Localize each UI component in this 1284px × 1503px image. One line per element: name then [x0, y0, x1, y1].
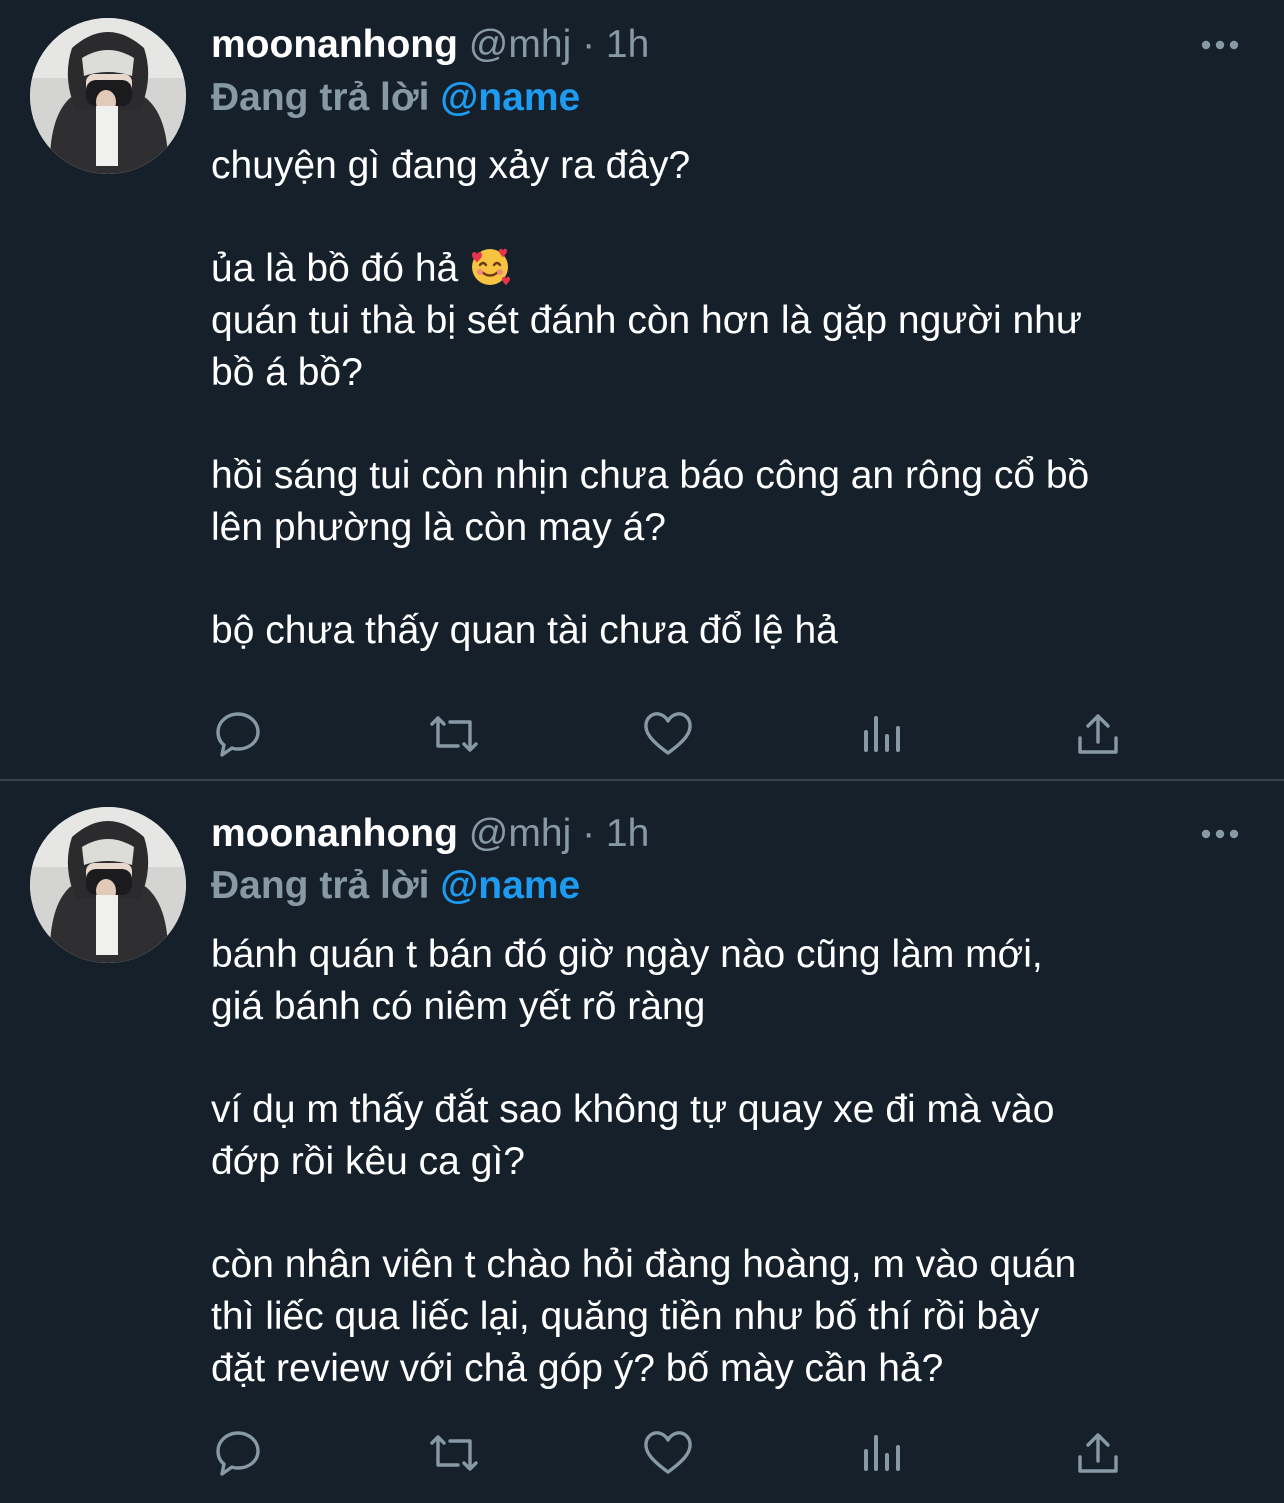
handle[interactable]: @mhj	[469, 812, 571, 855]
paragraph: bánh quán t bán đó giờ ngày nào cũng làm…	[211, 929, 1261, 1033]
tweet-actions	[212, 708, 1132, 760]
text-line: bồ á bồ?	[211, 351, 363, 394]
paragraph: bộ chưa thấy quan tài chưa đổ lệ hả	[211, 605, 1261, 657]
tweet-header: moonanhong @mhj · 1h	[211, 20, 649, 70]
like-icon[interactable]	[642, 708, 694, 760]
analytics-icon[interactable]	[858, 1427, 910, 1479]
paragraph: hồi sáng tui còn nhịn chưa báo công an r…	[211, 450, 1261, 554]
smiling-face-with-hearts-icon	[469, 245, 511, 287]
text-line: đặt review với chả góp ý? bố mày cần hả?	[211, 1347, 944, 1390]
paragraph: ủa là bồ đó hả quán tui thà bị sét đánh …	[211, 243, 1261, 399]
display-name[interactable]: moonanhong	[211, 812, 458, 855]
text-line: bộ chưa thấy quan tài chưa đổ lệ hả	[211, 609, 838, 652]
text-line: chuyện gì đang xảy ra đây?	[211, 144, 691, 187]
text-line: ví dụ m thấy đắt sao không tự quay xe đi…	[211, 1088, 1055, 1131]
tweet-actions	[212, 1427, 1132, 1479]
paragraph: chuyện gì đang xảy ra đây?	[211, 140, 1261, 192]
tweet[interactable]: moonanhong @mhj · 1h Đang trả lời @name …	[0, 0, 1284, 780]
display-name[interactable]: moonanhong	[211, 23, 458, 66]
mention-link[interactable]: @name	[440, 76, 580, 119]
text-line: giá bánh có niêm yết rõ ràng	[211, 985, 706, 1028]
text-line: quán tui thà bị sét đánh còn hơn là gặp …	[211, 299, 1082, 342]
paragraph: ví dụ m thấy đắt sao không tự quay xe đi…	[211, 1084, 1261, 1188]
avatar[interactable]	[30, 807, 186, 963]
replying-to-label: Đang trả lời	[211, 76, 430, 119]
text-line: bánh quán t bán đó giờ ngày nào cũng làm…	[211, 933, 1043, 976]
replying-to: Đang trả lời @name	[211, 861, 580, 911]
paragraph: còn nhân viên t chào hỏi đàng hoàng, m v…	[211, 1239, 1261, 1395]
text-line: ủa là bồ đó hả	[211, 243, 1261, 295]
text-line: lên phường là còn may á?	[211, 506, 666, 549]
avatar[interactable]	[30, 18, 186, 174]
more-options-icon[interactable]	[1200, 824, 1240, 844]
more-options-icon[interactable]	[1200, 35, 1240, 55]
reply-icon[interactable]	[212, 1427, 264, 1479]
tweet-divider	[0, 779, 1284, 781]
share-icon[interactable]	[1072, 708, 1124, 760]
text-line: ủa là bồ đó hả	[211, 247, 459, 290]
text-line: còn nhân viên t chào hỏi đàng hoàng, m v…	[211, 1243, 1077, 1286]
timeline: moonanhong @mhj · 1h Đang trả lời @name …	[0, 0, 1284, 1503]
tweet-text: chuyện gì đang xảy ra đây? ủa là bồ đó h…	[211, 140, 1261, 657]
text-line: thì liếc qua liếc lại, quăng tiền như bố…	[211, 1295, 1040, 1338]
text-line: đớp rồi kêu ca gì?	[211, 1140, 525, 1183]
tweet-header: moonanhong @mhj · 1h	[211, 809, 649, 859]
handle[interactable]: @mhj	[469, 23, 571, 66]
timestamp[interactable]: 1h	[606, 812, 649, 855]
separator: ·	[582, 23, 596, 66]
analytics-icon[interactable]	[858, 708, 910, 760]
replying-to: Đang trả lời @name	[211, 73, 580, 123]
replying-to-label: Đang trả lời	[211, 864, 430, 907]
reply-icon[interactable]	[212, 708, 264, 760]
retweet-icon[interactable]	[426, 1427, 478, 1479]
tweet[interactable]: moonanhong @mhj · 1h Đang trả lời @name …	[0, 782, 1284, 1503]
retweet-icon[interactable]	[426, 708, 478, 760]
share-icon[interactable]	[1072, 1427, 1124, 1479]
timestamp[interactable]: 1h	[606, 23, 649, 66]
separator: ·	[582, 812, 596, 855]
tweet-text: bánh quán t bán đó giờ ngày nào cũng làm…	[211, 929, 1261, 1395]
text-line: hồi sáng tui còn nhịn chưa báo công an r…	[211, 454, 1090, 497]
mention-link[interactable]: @name	[440, 864, 580, 907]
like-icon[interactable]	[642, 1427, 694, 1479]
